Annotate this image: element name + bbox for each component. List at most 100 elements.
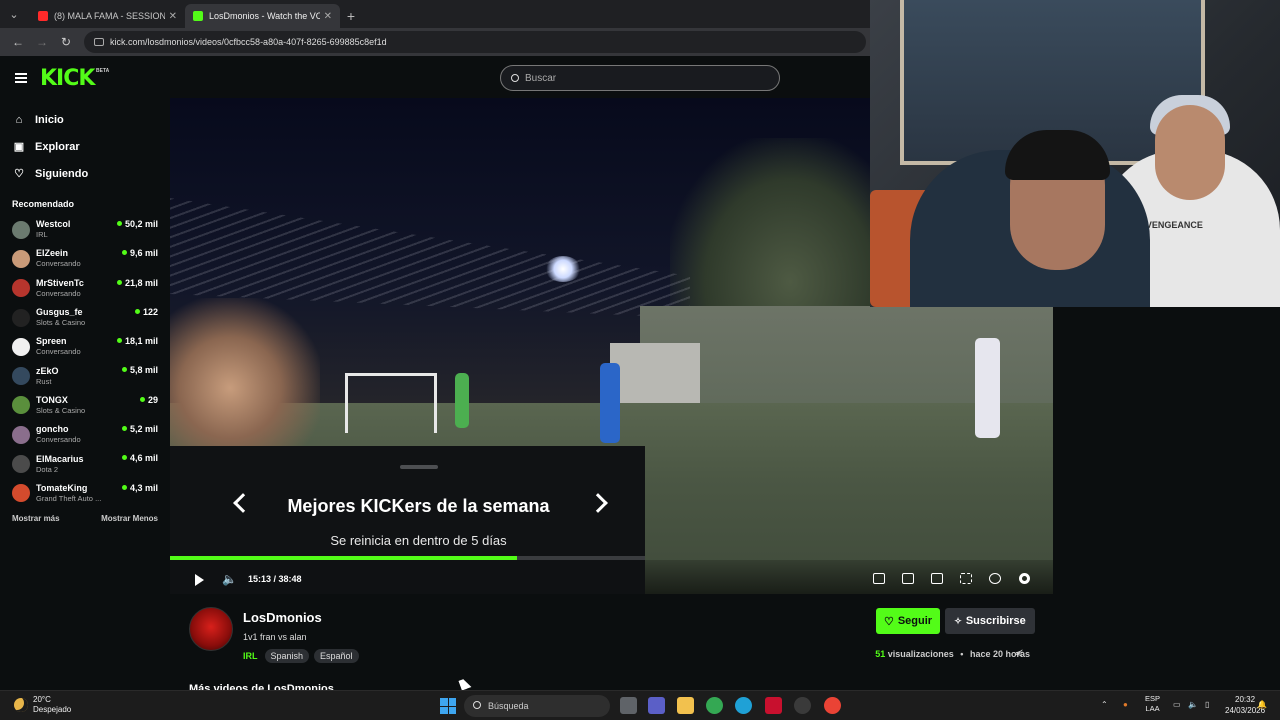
channel-avatar	[12, 279, 30, 298]
speaker-icon[interactable]: 🔈	[1188, 700, 1198, 709]
app-red-icon[interactable]	[765, 697, 782, 714]
category-link[interactable]: IRL	[243, 651, 258, 661]
taskbar-search[interactable]: Búsqueda	[464, 695, 610, 717]
theater-mode-icon[interactable]	[931, 573, 943, 584]
recommended-channel[interactable]: TomateKing Grand Theft Auto ... 4,3 mil	[0, 479, 170, 508]
video-player-blue	[600, 363, 620, 443]
viewer-count: 4,6 mil	[122, 453, 158, 463]
search-icon	[473, 701, 481, 709]
recommended-channel[interactable]: zEkO Rust 5,8 mil	[0, 361, 170, 390]
file-explorer-icon[interactable]	[677, 697, 694, 714]
volume-icon[interactable]: 🔈	[222, 573, 237, 585]
views-count: 51	[875, 649, 886, 659]
follow-label: Seguir	[897, 615, 933, 627]
recommended-channel[interactable]: TONGX Slots & Casino 29	[0, 391, 170, 420]
viewer-count: 122	[135, 307, 158, 317]
video-title: 1v1 fran vs alan	[243, 632, 307, 642]
lang-bottom: LAA	[1145, 704, 1160, 713]
microphone-icon[interactable]: ●	[1123, 700, 1128, 709]
sidebar-item-explorar[interactable]: ▣ Explorar	[0, 133, 170, 160]
show-more-link[interactable]: Mostrar más	[12, 514, 60, 523]
recommended-channel[interactable]: MrStivenTc Conversando 21,8 mil	[0, 274, 170, 303]
url-text: kick.com/losdmonios/videos/0cfbcc58-a80a…	[110, 37, 387, 47]
tag-espanol[interactable]: Español	[314, 649, 359, 663]
channel-avatar	[12, 455, 30, 474]
settings-gear-icon[interactable]	[1019, 573, 1030, 584]
channel-category: Conversando	[36, 259, 81, 269]
video-floodlight	[545, 256, 581, 282]
notification-bell-icon[interactable]: 🔔	[1257, 700, 1267, 709]
beta-label: BETA	[96, 68, 110, 74]
sidebar-item-label: Siguiendo	[35, 167, 89, 180]
tab-search-menu-icon[interactable]: ⌄	[4, 4, 24, 24]
recommended-channel[interactable]: ElMacarius Dota 2 4,6 mil	[0, 449, 170, 478]
tag-spanish[interactable]: Spanish	[264, 649, 310, 663]
reload-icon[interactable]: ↻	[54, 35, 78, 49]
playback-time: 15:13 / 38:48	[248, 574, 302, 584]
search-input[interactable]: Buscar	[500, 65, 780, 91]
show-less-link[interactable]: Mostrar Menos	[101, 514, 158, 523]
edge-icon[interactable]	[735, 697, 752, 714]
heart-icon: ♡	[883, 615, 894, 628]
teams-icon[interactable]	[648, 697, 665, 714]
play-icon[interactable]	[195, 574, 204, 586]
drag-handle[interactable]	[400, 465, 438, 469]
subscribe-button[interactable]: ✧ Suscribirse	[945, 608, 1035, 634]
battery-icon[interactable]: ▯	[1205, 700, 1209, 709]
close-tab-icon[interactable]: ✕	[324, 11, 332, 22]
streamer-webcam: AVENGEANCE	[870, 0, 1280, 307]
weather-moon-icon[interactable]	[14, 698, 28, 712]
taskbar-search-label: Búsqueda	[488, 701, 529, 711]
channel-avatar[interactable]	[189, 607, 233, 651]
video-stats: 51 visualizaciones • hace 20 horas	[820, 649, 1030, 659]
recommended-channel[interactable]: ElZeein Conversando 9,6 mil	[0, 244, 170, 273]
chrome-icon[interactable]	[706, 697, 723, 714]
channel-category: Conversando	[36, 347, 81, 357]
windows-start-icon[interactable]	[440, 698, 456, 714]
site-info-icon[interactable]	[94, 38, 104, 46]
share-icon[interactable]: ⋞	[1015, 648, 1023, 659]
close-tab-icon[interactable]: ✕	[169, 11, 177, 22]
language-indicator[interactable]: ESP LAA	[1145, 694, 1160, 714]
channel-name[interactable]: LosDmonios	[243, 610, 322, 625]
address-bar[interactable]: kick.com/losdmonios/videos/0cfbcc58-a80a…	[84, 31, 866, 53]
channel-name: ElMacarius	[36, 453, 84, 464]
weather-widget[interactable]: 20°C Despejado	[33, 695, 71, 715]
channel-name: Spreen	[36, 336, 67, 347]
youtube-favicon-icon	[38, 11, 48, 21]
stats-separator: •	[960, 649, 964, 659]
recommended-channel[interactable]: Westcol IRL 50,2 mil	[0, 215, 170, 244]
fullscreen-icon[interactable]	[960, 573, 972, 584]
clip-icon[interactable]	[902, 573, 914, 584]
browser-tab-mala-fama[interactable]: (8) MALA FAMA - SESSION #58 ✕	[30, 4, 185, 28]
sidebar-item-label: Explorar	[35, 140, 80, 153]
network-icon[interactable]: ▭	[1173, 700, 1181, 709]
app-gear-icon[interactable]	[794, 697, 811, 714]
sidebar-item-siguiendo[interactable]: ♡ Siguiendo	[0, 160, 170, 187]
follow-button[interactable]: ♡ Seguir	[876, 608, 940, 634]
hamburger-menu-icon[interactable]	[15, 73, 27, 83]
back-arrow-icon[interactable]: ←	[6, 35, 30, 49]
weather-condition: Despejado	[33, 705, 72, 714]
recommended-channel[interactable]: Spreen Conversando 18,1 mil	[0, 332, 170, 361]
channel-avatar	[12, 425, 30, 444]
chrome-active-icon[interactable]	[824, 697, 841, 714]
player-controls: 🔈 15:13 / 38:48	[170, 560, 1053, 594]
mini-player-icon[interactable]	[873, 573, 885, 584]
channel-category: Conversando	[36, 435, 81, 445]
browser-tab-kick[interactable]: LosDmonios - Watch the VOD ✕	[185, 4, 340, 28]
playback-speed-icon[interactable]	[989, 573, 1001, 584]
channel-category: Grand Theft Auto ...	[36, 493, 102, 503]
kick-logo[interactable]: KICK	[40, 66, 95, 91]
task-view-icon[interactable]	[620, 697, 637, 714]
channel-avatar	[12, 484, 30, 503]
recommended-channel[interactable]: Gusgus_fe Slots & Casino 122	[0, 303, 170, 332]
browser-toolbar: ← → ↻ kick.com/losdmonios/videos/0cfbcc5…	[0, 28, 870, 56]
channel-avatar	[12, 337, 30, 356]
channel-category: Slots & Casino	[36, 318, 86, 328]
new-tab-button[interactable]: +	[340, 4, 362, 28]
forward-arrow-icon[interactable]: →	[30, 35, 54, 49]
sidebar-item-inicio[interactable]: ⌂ Inicio	[0, 106, 170, 133]
recommended-channel[interactable]: goncho Conversando 5,2 mil	[0, 420, 170, 449]
tray-chevron-icon[interactable]: ⌃	[1101, 700, 1108, 709]
